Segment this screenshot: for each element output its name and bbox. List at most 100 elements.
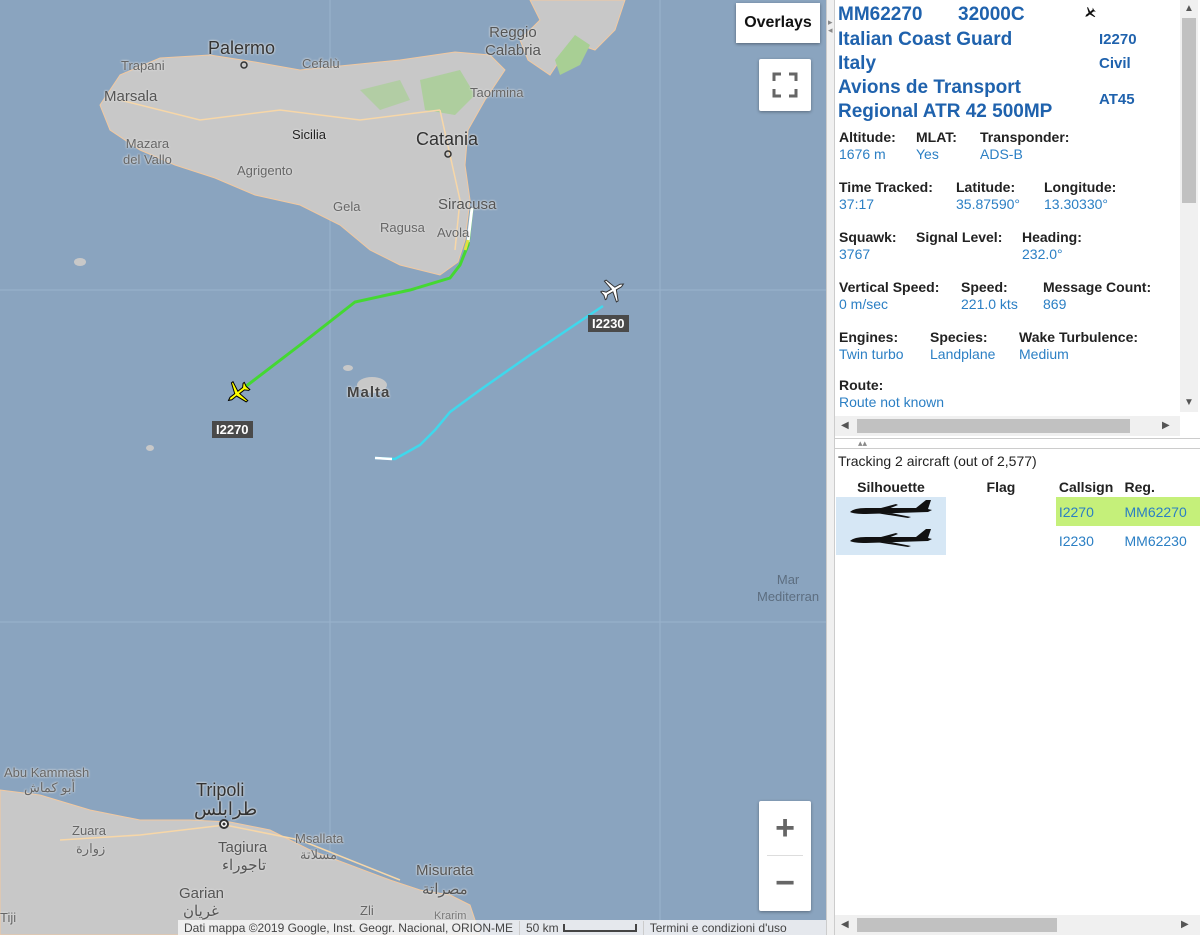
field-transponder: Transponder:ADS-B [980,129,1069,162]
scroll-left-icon[interactable]: ◀ [841,420,849,431]
map-label-reggio: Reggio Calabria [485,24,541,60]
field-value: 37:17 [839,196,933,212]
map-label-ragusa: Ragusa [380,220,425,235]
map-label-cefalu: Cefalù [302,56,340,71]
info-category: Civil [1099,55,1131,72]
scale-indicator[interactable]: 50 km [520,921,644,935]
field-value: 35.87590° [956,196,1020,212]
attribution-data: Dati mappa ©2019 Google, Inst. Geogr. Na… [178,921,520,935]
map-label-taormina: Taormina [470,85,523,100]
field-label: Time Tracked: [839,179,933,195]
callsign-cell: I2230 [1056,526,1122,555]
scroll-down-icon[interactable]: ▼ [1184,397,1194,408]
map-label-sicilia: Sicilia [292,127,326,142]
table-row[interactable]: I2270 MM62270 [836,497,1200,526]
aircraft-list-panel: Tracking 2 aircraft (out of 2,577) Silho… [835,448,1200,936]
map-label-avola: Avola [437,225,469,240]
info-registration: MM62270 [838,4,923,26]
callsign-cell: I2270 [1056,497,1122,526]
field-signal-level: Signal Level: [916,229,1002,246]
field-heading: Heading:232.0° [1022,229,1082,262]
field-species: Species:Landplane [930,329,995,362]
col-callsign[interactable]: Callsign [1056,476,1122,497]
silhouette-cell [836,497,946,526]
aircraft-icon-i2270[interactable] [224,379,252,407]
table-row[interactable]: I2230 MM62230 [836,526,1200,555]
map-view[interactable]: Palermo Trapani Marsala Mazara del Vallo… [0,0,826,935]
overlays-button[interactable]: Overlays [736,3,820,43]
info-hscrollbar[interactable]: ◀ ▶ [835,416,1180,436]
field-label: Vertical Speed: [839,279,939,295]
col-silhouette[interactable]: Silhouette [836,476,946,497]
zoom-in-button[interactable]: + [759,801,811,855]
field-value: Landplane [930,346,995,362]
fullscreen-icon [772,72,798,98]
scroll-right-icon[interactable]: ▶ [1162,420,1170,431]
map-label-marsala: Marsala [104,88,157,105]
field-label: Signal Level: [916,229,1002,245]
scroll-up-icon[interactable]: ▲ [1184,3,1194,14]
info-vscrollbar[interactable]: ▲ ▼ [1180,0,1198,412]
field-value: 0 m/sec [839,296,939,312]
field-altitude: Altitude:1676 m [839,129,896,162]
info-country: Italy [838,53,876,75]
panel-splitter[interactable]: ▸◂ [826,0,835,935]
map-label-mazara: Mazara del Vallo [123,136,172,168]
map-label-zli: Zli [360,903,374,918]
map-label-msallata-ar: مسلاتة [300,847,337,863]
field-message-count: Message Count:869 [1043,279,1151,312]
col-reg[interactable]: Reg. [1122,476,1200,497]
field-value: 13.30330° [1044,196,1116,212]
field-label: Altitude: [839,129,896,145]
info-type-line1: Avions de Transport [838,77,1021,99]
map-label-misurata-ar: مصراتة [422,880,468,898]
map-attribution: Dati mappa ©2019 Google, Inst. Geogr. Na… [178,920,826,935]
map-label-abu-kammash: Abu Kammash [4,765,89,780]
map-label-zuara-ar: زوارة [76,841,105,857]
field-speed: Speed:221.0 kts [961,279,1018,312]
field-label: Heading: [1022,229,1082,245]
info-hscroll-thumb[interactable] [857,419,1130,433]
map-label-zuara: Zuara [72,823,106,838]
scroll-left-icon[interactable]: ◀ [841,919,849,930]
atr42-silhouette-icon [836,526,946,552]
aircraft-label-i2270[interactable]: I2270 [212,421,253,438]
field-label: Transponder: [980,129,1069,145]
field-value: 869 [1043,296,1151,312]
splitter-grip-icon: ▸◂ [828,18,833,34]
list-hscroll-thumb[interactable] [857,918,1057,932]
aircraft-info-panel: MM62270 32000C Italian Coast Guard I2270… [835,0,1200,439]
field-label: Speed: [961,279,1018,295]
scroll-right-icon[interactable]: ▶ [1181,919,1189,930]
field-mlat: MLAT:Yes [916,129,957,162]
scale-bar [563,924,637,932]
info-callsign: I2270 [1099,31,1137,48]
list-hscrollbar[interactable]: ◀ ▶ [835,915,1200,935]
info-type-line2: Regional ATR 42 500MP [838,101,1052,123]
fullscreen-button[interactable] [759,59,811,111]
field-label: Route: [839,377,944,393]
field-label: Wake Turbulence: [1019,329,1138,345]
reg-cell: MM62270 [1122,497,1200,526]
field-value: ADS-B [980,146,1069,162]
zoom-out-button[interactable]: − [759,856,811,910]
scale-label: 50 km [526,921,559,935]
info-icao: 32000C [958,4,1025,26]
table-header-row: Silhouette Flag Callsign Reg. [836,476,1200,497]
info-vscroll-thumb[interactable] [1182,18,1196,203]
field-vertical-speed: Vertical Speed:0 m/sec [839,279,939,312]
field-value: Route not known [839,394,944,410]
field-value: 3767 [839,246,897,262]
aircraft-label-i2230[interactable]: I2230 [588,315,629,332]
aircraft-icon-i2230[interactable] [598,275,628,305]
terms-link[interactable]: Termini e condizioni d'uso [644,921,793,935]
zoom-control: + − [759,801,811,911]
map-label-tiji: Tiji [0,910,16,925]
col-flag[interactable]: Flag [946,476,1056,497]
map-label-agrigento: Agrigento [237,163,293,178]
field-latitude: Latitude:35.87590° [956,179,1020,212]
reg-cell: MM62230 [1122,526,1200,555]
field-label: Squawk: [839,229,897,245]
map-label-garian: Garian [179,885,224,902]
tracking-summary: Tracking 2 aircraft (out of 2,577) [838,453,1037,469]
